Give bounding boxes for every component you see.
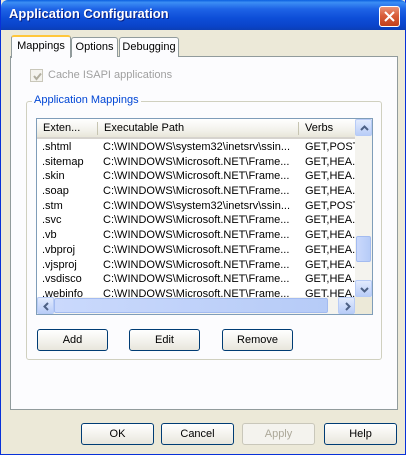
horizontal-scrollbar[interactable] bbox=[37, 297, 355, 314]
arrow-up-icon bbox=[360, 125, 369, 131]
add-button[interactable]: Add bbox=[37, 329, 108, 351]
cell-path: C:\WINDOWS\Microsoft.NET\Frame... bbox=[103, 243, 290, 256]
scrollbar-corner bbox=[355, 297, 372, 314]
arrow-left-icon bbox=[43, 302, 49, 311]
table-row[interactable]: .vjsproj C:\WINDOWS\Microsoft.NET\Frame..… bbox=[37, 258, 357, 273]
cell-path: C:\WINDOWS\Microsoft.NET\Frame... bbox=[103, 258, 290, 271]
ok-button[interactable]: OK bbox=[81, 423, 154, 445]
vertical-scroll-thumb[interactable] bbox=[356, 236, 371, 263]
window-title: Application Configuration bbox=[9, 6, 169, 21]
edit-button-label: Edit bbox=[155, 334, 174, 346]
cell-verbs: GET,HEA... bbox=[305, 155, 355, 168]
title-bar[interactable]: Application Configuration bbox=[1, 0, 406, 30]
dialog-window: Application Configuration Mappings Optio… bbox=[0, 0, 406, 455]
cell-path: C:\WINDOWS\system32\inetsrv\ssin... bbox=[103, 199, 291, 212]
cell-verbs: GET,HEA... bbox=[305, 258, 355, 271]
close-icon bbox=[384, 11, 395, 22]
cell-path: C:\WINDOWS\system32\inetsrv\ssin... bbox=[103, 141, 291, 153]
table-row[interactable]: .soap C:\WINDOWS\Microsoft.NET\Frame... GE… bbox=[37, 184, 357, 199]
cell-path: C:\WINDOWS\Microsoft.NET\Frame... bbox=[103, 214, 290, 227]
cell-extension: .vb bbox=[42, 229, 57, 242]
cancel-button[interactable]: Cancel bbox=[161, 423, 234, 445]
cell-verbs: GET,POST bbox=[305, 141, 355, 153]
cell-path: C:\WINDOWS\Microsoft.NET\Frame... bbox=[103, 273, 290, 286]
table-row[interactable]: .vsdisco C:\WINDOWS\Microsoft.NET\Frame..… bbox=[37, 272, 357, 287]
cell-verbs: GET,HEA... bbox=[305, 185, 355, 198]
table-row[interactable]: .vb C:\WINDOWS\Microsoft.NET\Frame... GET,… bbox=[37, 228, 357, 243]
cell-path: C:\WINDOWS\Microsoft.NET\Frame... bbox=[103, 170, 290, 183]
apply-button[interactable]: Apply bbox=[242, 423, 315, 445]
tab-debugging[interactable]: Debugging bbox=[119, 37, 179, 57]
cell-verbs: GET,HEA... bbox=[305, 273, 355, 286]
check-icon bbox=[33, 72, 42, 81]
table-row[interactable]: .sitemap C:\WINDOWS\Microsoft.NET\Frame..… bbox=[37, 155, 357, 170]
cell-extension: .skin bbox=[42, 170, 65, 183]
cell-extension: .vbproj bbox=[42, 243, 76, 256]
column-header-path[interactable]: Executable Path bbox=[98, 119, 298, 137]
tab-mappings-label: Mappings bbox=[17, 40, 65, 52]
application-mappings-label: Application Mappings bbox=[32, 94, 141, 106]
edit-button[interactable]: Edit bbox=[129, 329, 200, 351]
cache-isapi-checkbox[interactable] bbox=[30, 69, 43, 82]
mappings-list[interactable]: Exten... Executable Path Verbs .shtml C:\… bbox=[36, 118, 373, 315]
cell-verbs: GET,HEA... bbox=[305, 243, 355, 256]
cell-verbs: GET,HEA... bbox=[305, 214, 355, 227]
table-row[interactable]: .stm C:\WINDOWS\system32\inetsrv\ssin... G… bbox=[37, 199, 357, 214]
column-verbs-label: Verbs bbox=[305, 122, 334, 134]
arrow-down-icon bbox=[360, 287, 369, 293]
help-button[interactable]: Help bbox=[324, 423, 397, 445]
column-header-extension[interactable]: Exten... bbox=[37, 119, 97, 137]
cell-extension: .sitemap bbox=[42, 155, 84, 168]
vertical-scrollbar[interactable] bbox=[355, 119, 372, 297]
tab-options-label: Options bbox=[75, 41, 114, 53]
scroll-down-button[interactable] bbox=[355, 280, 372, 297]
list-rows: .shtml C:\WINDOWS\system32\inetsrv\ssin..… bbox=[37, 140, 357, 302]
cell-extension: .soap bbox=[42, 185, 69, 198]
apply-button-label: Apply bbox=[264, 428, 293, 440]
tab-options[interactable]: Options bbox=[71, 37, 118, 57]
remove-button[interactable]: Remove bbox=[222, 329, 293, 351]
add-button-label: Add bbox=[62, 334, 83, 346]
cell-path: C:\WINDOWS\Microsoft.NET\Frame... bbox=[103, 229, 290, 242]
cancel-button-label: Cancel bbox=[180, 428, 215, 440]
tab-mappings[interactable]: Mappings bbox=[11, 35, 71, 58]
table-row[interactable]: .vbproj C:\WINDOWS\Microsoft.NET\Frame...… bbox=[37, 243, 357, 258]
cell-verbs: GET,POST bbox=[305, 199, 355, 212]
cell-extension: .vsdisco bbox=[42, 273, 82, 286]
cell-verbs: GET,HEA... bbox=[305, 229, 355, 242]
cell-extension: .stm bbox=[42, 199, 63, 212]
scroll-up-button[interactable] bbox=[355, 119, 372, 136]
help-button-label: Help bbox=[349, 428, 372, 440]
ok-button-label: OK bbox=[109, 428, 126, 440]
scroll-right-button[interactable] bbox=[338, 297, 355, 314]
cell-verbs: GET,HEA... bbox=[305, 170, 355, 183]
table-row[interactable]: .shtml C:\WINDOWS\system32\inetsrv\ssin..… bbox=[37, 140, 357, 155]
close-button[interactable] bbox=[379, 6, 400, 27]
cell-extension: .shtml bbox=[42, 141, 72, 153]
cell-extension: .vjsproj bbox=[42, 258, 77, 271]
tab-debugging-label: Debugging bbox=[122, 41, 176, 53]
cell-path: C:\WINDOWS\Microsoft.NET\Frame... bbox=[103, 185, 290, 198]
arrow-right-icon bbox=[345, 302, 351, 311]
scroll-left-button[interactable] bbox=[37, 297, 54, 314]
list-header: Exten... Executable Path Verbs bbox=[37, 119, 372, 139]
remove-button-label: Remove bbox=[237, 334, 278, 346]
column-path-label: Executable Path bbox=[104, 122, 185, 134]
horizontal-scroll-thumb[interactable] bbox=[54, 298, 328, 313]
cell-extension: .svc bbox=[42, 214, 62, 227]
cell-path: C:\WINDOWS\Microsoft.NET\Frame... bbox=[103, 155, 290, 168]
table-row[interactable]: .skin C:\WINDOWS\Microsoft.NET\Frame... GE… bbox=[37, 169, 357, 184]
column-extension-label: Exten... bbox=[43, 122, 81, 134]
table-row[interactable]: .svc C:\WINDOWS\Microsoft.NET\Frame... GET… bbox=[37, 213, 357, 228]
cache-isapi-label: Cache ISAPI applications bbox=[48, 69, 173, 81]
